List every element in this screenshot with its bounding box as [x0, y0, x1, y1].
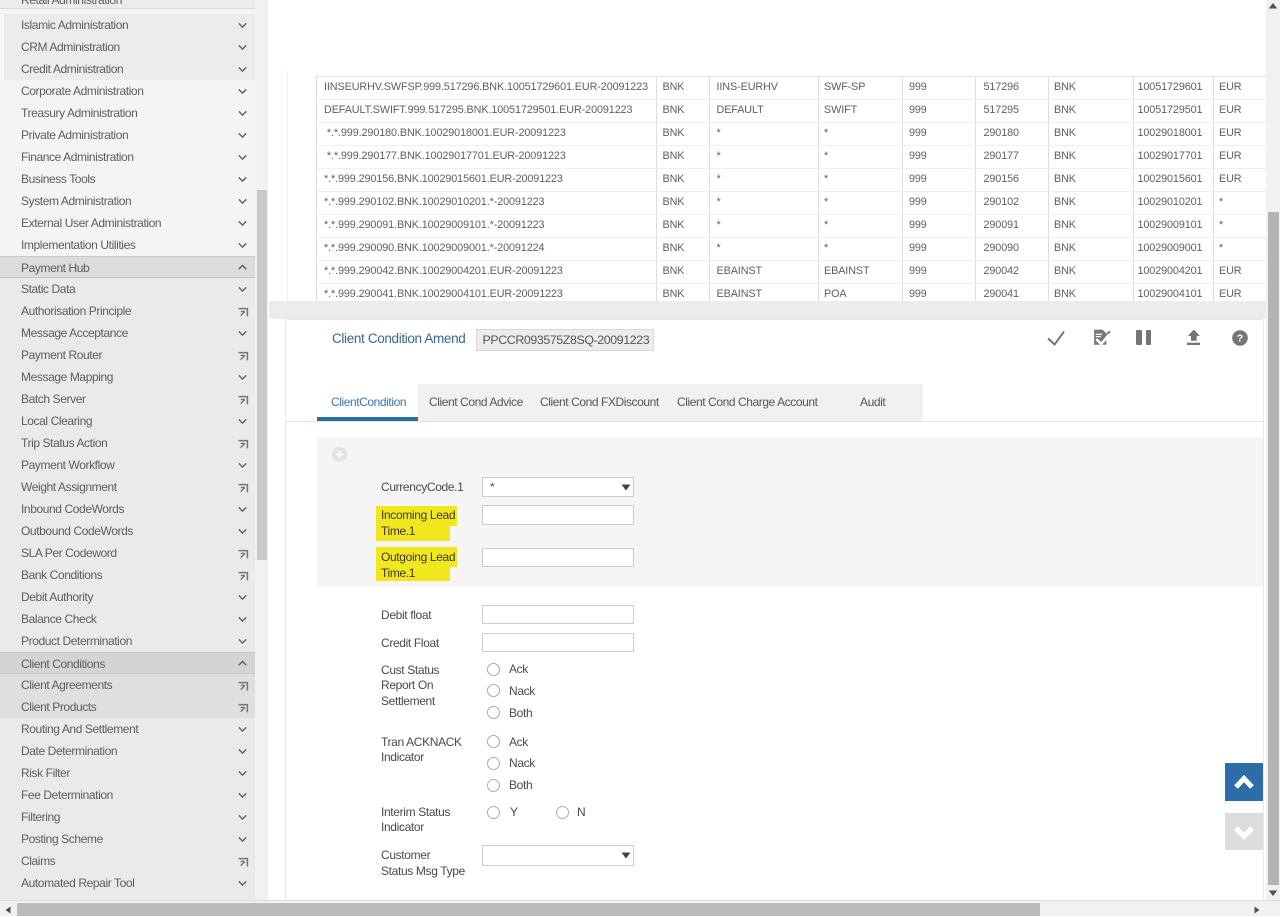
svg-text:?: ? — [1236, 332, 1242, 344]
